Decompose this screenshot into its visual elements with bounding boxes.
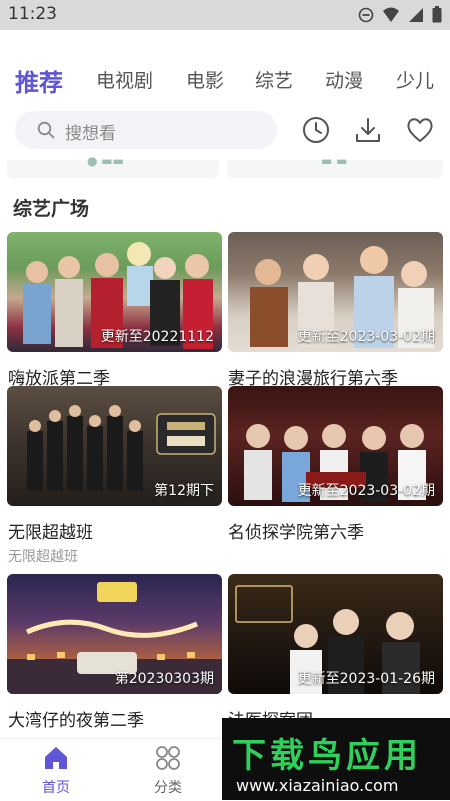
- update-badge: 更新至2023-01-26期: [297, 671, 435, 687]
- tab-tv-series[interactable]: 电视剧: [96, 66, 153, 93]
- tab-anime[interactable]: 动漫: [325, 66, 363, 93]
- variety-title[interactable]: 名侦探学院第六季: [228, 518, 364, 543]
- variety-title[interactable]: 大湾仔的夜第二季: [8, 706, 144, 731]
- partial-card-icon: ▬ ▬: [321, 154, 348, 168]
- favorite-icon[interactable]: [405, 115, 435, 145]
- partial-card-right[interactable]: ▬ ▬: [227, 154, 443, 178]
- update-badge: 更新至2023-03-02期: [297, 483, 435, 499]
- variety-thumbnail[interactable]: 更新至2023-03-02期: [228, 232, 443, 352]
- nav-home[interactable]: 首页: [26, 745, 86, 797]
- wifi-icon: [383, 7, 399, 22]
- variety-thumbnail[interactable]: 更新至20221112: [7, 232, 222, 352]
- variety-thumbnail[interactable]: 更新至2023-01-26期: [228, 574, 443, 694]
- variety-subtitle: 无限超越班: [8, 549, 78, 565]
- watermark-text: 下载鸟应用: [232, 736, 422, 776]
- tab-movies[interactable]: 电影: [186, 66, 224, 93]
- status-bar: 11:23: [0, 0, 450, 30]
- variety-title[interactable]: 无限超越班: [8, 518, 93, 543]
- nav-home-label: 首页: [42, 780, 70, 796]
- status-icons: [358, 6, 442, 23]
- tab-recommend[interactable]: 推荐: [15, 63, 63, 98]
- dnd-icon: [358, 7, 374, 22]
- tab-variety[interactable]: 综艺: [255, 66, 293, 93]
- variety-thumbnail[interactable]: 更新至2023-03-02期: [228, 386, 443, 506]
- variety-thumbnail[interactable]: 第12期下: [7, 386, 222, 506]
- signal-icon: [409, 7, 423, 22]
- category-icon: [156, 746, 180, 770]
- section-title: 综艺广场: [13, 198, 90, 220]
- nav-category[interactable]: 分类: [138, 745, 198, 797]
- tab-kids[interactable]: 少儿: [396, 66, 434, 93]
- episode-badge: 第20230303期: [114, 671, 214, 687]
- history-icon[interactable]: [301, 115, 331, 145]
- nav-category-label: 分类: [154, 780, 182, 796]
- download-icon[interactable]: [353, 115, 383, 145]
- variety-thumbnail[interactable]: 第20230303期: [7, 574, 222, 694]
- partial-card-left[interactable]: ● ▬▬: [7, 154, 219, 178]
- category-tabs: 推荐 电视剧 电影 综艺 动漫 少儿: [0, 66, 450, 102]
- update-badge: 更新至20221112: [100, 329, 214, 345]
- search-placeholder: 搜想看: [65, 124, 116, 144]
- watermark-logo: 下载鸟应用 www.xiazainiao.com: [222, 718, 450, 800]
- search-icon: [37, 121, 55, 139]
- previous-section-cards: ● ▬▬ ▬ ▬: [7, 154, 443, 180]
- battery-icon: [432, 6, 442, 23]
- partial-card-icon: ● ▬▬: [87, 154, 124, 168]
- update-badge: 更新至2023-03-02期: [297, 329, 435, 345]
- status-time: 11:23: [8, 4, 57, 24]
- episode-badge: 第12期下: [154, 483, 214, 499]
- search-bar[interactable]: 搜想看: [15, 111, 277, 149]
- watermark-url: www.xiazainiao.com: [236, 776, 399, 795]
- home-icon: [45, 747, 67, 769]
